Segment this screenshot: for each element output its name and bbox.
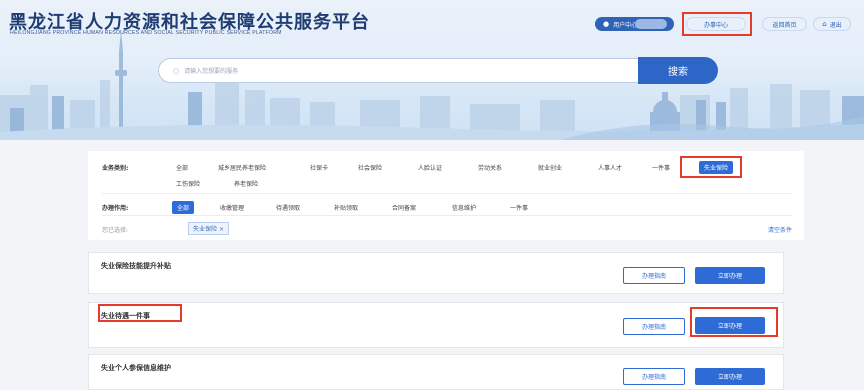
category-all[interactable]: 全部 [176, 163, 188, 172]
logout-button[interactable]: ⌂ 退出 [813, 17, 851, 31]
service-card: 失业个人参保信息维护 办理指南 立即办理 [88, 354, 784, 390]
apply-button[interactable]: 立即办理 [695, 368, 765, 385]
logout-label: 退出 [829, 21, 842, 29]
category-pension[interactable]: 养老保险 [234, 179, 258, 188]
username-redacted [635, 19, 667, 29]
category-labor-relations[interactable]: 劳动关系 [478, 163, 502, 172]
highlight-box-apply-button [690, 307, 778, 337]
divider [102, 193, 792, 194]
user-center-button[interactable]: ● 用户中心: [595, 17, 674, 31]
search-button[interactable]: 搜索 [638, 57, 718, 84]
site-subtitle: HEILONGJIANG PROVINCE HUMAN RESOURCES AN… [10, 30, 282, 36]
category-talent[interactable]: 人事人才 [598, 163, 622, 172]
action-subsidy[interactable]: 补贴领取 [334, 203, 358, 212]
selected-tag[interactable]: 失业保险 × [188, 222, 229, 235]
category-label: 业务类别: [102, 165, 129, 172]
close-icon[interactable]: × [219, 226, 224, 233]
service-title: 失业保险技能提升补贴 [101, 262, 171, 270]
bank-icon: ⌂ [822, 20, 827, 28]
highlight-box-service-title [98, 304, 182, 322]
selected-tag-label: 失业保险 [193, 226, 218, 233]
highlight-box-unemployment [680, 156, 742, 178]
category-employment[interactable]: 就业创业 [538, 163, 562, 172]
action-info-maint[interactable]: 信息维护 [452, 203, 476, 212]
action-all[interactable]: 全部 [172, 201, 195, 214]
search-input[interactable]: ○ 请输入您想要的服务 [158, 58, 640, 83]
category-social-insurance[interactable]: 社会保险 [358, 163, 382, 172]
action-benefit[interactable]: 待遇领取 [276, 203, 300, 212]
user-icon: ● [603, 20, 610, 28]
filter-panel: 业务类别: 全部 城乡居民养老保险 社保卡 社会保险 人脸认证 劳动关系 就业创… [88, 151, 804, 240]
divider [102, 215, 792, 216]
service-card: 失业保险技能提升补贴 办理指南 立即办理 [88, 252, 784, 294]
guide-button[interactable]: 办理指南 [623, 318, 685, 335]
action-contract[interactable]: 合同备案 [392, 203, 416, 212]
guide-button[interactable]: 办理指南 [623, 267, 685, 284]
category-work-injury[interactable]: 工伤保险 [176, 179, 200, 188]
back-home-label: 返回首页 [772, 21, 797, 29]
guide-button[interactable]: 办理指南 [623, 368, 685, 385]
category-social-card[interactable]: 社保卡 [310, 163, 328, 172]
search-placeholder: 请输入您想要的服务 [184, 68, 239, 75]
search-icon: ○ [173, 66, 180, 75]
selected-label: 您已选择: [102, 227, 129, 234]
action-one-thing[interactable]: 一件事 [510, 203, 528, 212]
service-title: 失业个人参保信息维护 [101, 364, 171, 372]
action-label: 办理作用: [102, 205, 129, 212]
back-home-button[interactable]: 返回首页 [762, 17, 807, 31]
action-collection[interactable]: 收缴管理 [220, 203, 244, 212]
header-banner: 黑龙江省人力资源和社会保障公共服务平台 HEILONGJIANG PROVINC… [0, 0, 864, 140]
category-face-auth[interactable]: 人脸认证 [418, 163, 442, 172]
category-one-thing[interactable]: 一件事 [652, 163, 670, 172]
clear-conditions-link[interactable]: 清空条件 [768, 225, 792, 234]
apply-button[interactable]: 立即办理 [695, 267, 765, 284]
category-rural-pension[interactable]: 城乡居民养老保险 [218, 163, 266, 172]
highlight-box-office-center [682, 12, 752, 36]
service-card: 失业待遇一件事 办理指南 立即办理 [88, 302, 784, 348]
